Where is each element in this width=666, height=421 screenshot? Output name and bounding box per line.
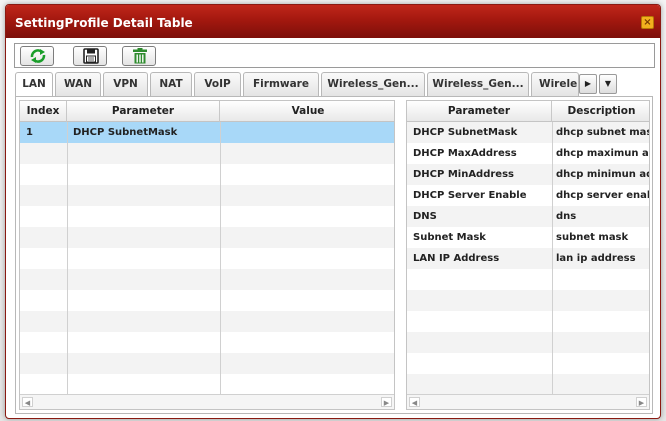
column-divider <box>552 122 553 396</box>
row-description: dhcp server enable <box>556 190 649 201</box>
empty-row <box>20 227 394 248</box>
empty-row <box>20 353 394 374</box>
tab-vpn[interactable]: VPN <box>103 72 148 96</box>
delete-button[interactable] <box>122 46 156 66</box>
horizontal-scrollbar[interactable]: ◀ ▶ <box>407 394 649 409</box>
table-row[interactable]: DHCP MaxAddress dhcp maximun address <box>407 143 649 164</box>
tab-firmware[interactable]: Firmware <box>243 72 319 96</box>
empty-row <box>20 164 394 185</box>
grid-rows: 1 DHCP SubnetMask <box>20 122 394 395</box>
empty-row <box>20 185 394 206</box>
table-row[interactable]: DHCP SubnetMask dhcp subnet mask <box>407 122 649 143</box>
settingprofile-dialog: SettingProfile Detail Table × LAN WAN VP… <box>5 4 661 419</box>
scroll-right-icon[interactable]: ▶ <box>381 397 392 407</box>
save-icon <box>83 48 99 64</box>
refresh-button[interactable] <box>20 46 54 66</box>
row-parameter: Subnet Mask <box>413 232 486 243</box>
column-divider <box>67 122 68 396</box>
empty-row <box>407 269 649 290</box>
table-row[interactable]: DNS dns <box>407 206 649 227</box>
delete-icon <box>133 48 147 64</box>
header-parameter[interactable]: Parameter <box>407 101 552 122</box>
empty-row <box>20 311 394 332</box>
row-parameter: DNS <box>413 211 437 222</box>
column-divider <box>220 122 221 396</box>
row-parameter: LAN IP Address <box>413 253 500 264</box>
empty-row <box>407 374 649 395</box>
row-parameter: DHCP MinAddress <box>413 169 514 180</box>
table-row[interactable]: DHCP MinAddress dhcp minimun address <box>407 164 649 185</box>
close-icon: × <box>643 17 652 28</box>
header-value[interactable]: Value <box>220 101 394 122</box>
row-value[interactable] <box>220 122 394 143</box>
scroll-right-icon[interactable]: ▶ <box>636 397 647 407</box>
row-description: dhcp minimun address <box>556 169 649 180</box>
grid-header: Index Parameter Value <box>20 101 394 122</box>
horizontal-scrollbar[interactable]: ◀ ▶ <box>20 394 394 409</box>
header-index[interactable]: Index <box>20 101 67 122</box>
empty-row <box>407 332 649 353</box>
grid-rows: DHCP SubnetMask dhcp subnet mask DHCP Ma… <box>407 122 649 395</box>
tab-wireless-general-2[interactable]: Wireless_Gen... <box>427 72 529 96</box>
tab-strip: LAN WAN VPN NAT VoIP Firmware Wireless_G… <box>15 72 651 97</box>
row-parameter: DHCP MaxAddress <box>413 148 517 159</box>
tab-wireless-partial[interactable]: Wirele <box>531 72 579 96</box>
tab-voip[interactable]: VoIP <box>194 72 241 96</box>
row-description: dhcp maximun address <box>556 148 649 159</box>
tab-menu-button[interactable]: ▼ <box>599 74 617 94</box>
empty-row <box>20 269 394 290</box>
empty-row <box>407 311 649 332</box>
toolbar <box>14 43 655 68</box>
empty-row <box>407 290 649 311</box>
table-row[interactable]: Subnet Mask subnet mask <box>407 227 649 248</box>
header-description[interactable]: Description <box>552 101 649 122</box>
row-description: dns <box>556 211 577 222</box>
empty-row <box>20 374 394 395</box>
empty-row <box>407 353 649 374</box>
table-row[interactable]: 1 DHCP SubnetMask <box>20 122 394 143</box>
chevron-down-icon: ▼ <box>604 79 612 88</box>
row-description: subnet mask <box>556 232 629 243</box>
parameter-value-grid: Index Parameter Value 1 DHCP SubnetMask <box>19 100 395 410</box>
empty-row <box>20 290 394 311</box>
row-index: 1 <box>26 127 33 138</box>
scroll-left-icon[interactable]: ◀ <box>22 397 33 407</box>
grid-header: Parameter Description <box>407 101 649 122</box>
row-parameter: DHCP SubnetMask <box>413 127 518 138</box>
save-button[interactable] <box>73 46 107 66</box>
tab-lan[interactable]: LAN <box>15 72 53 97</box>
dialog-title: SettingProfile Detail Table <box>15 16 193 30</box>
tab-wan[interactable]: WAN <box>55 72 101 96</box>
chevron-right-icon: ▶ <box>584 79 592 88</box>
row-parameter: DHCP SubnetMask <box>73 127 178 138</box>
tab-wireless-general-1[interactable]: Wireless_Gen... <box>321 72 425 96</box>
table-row[interactable]: LAN IP Address lan ip address <box>407 248 649 269</box>
empty-row <box>20 143 394 164</box>
tab-scroll-right-button[interactable]: ▶ <box>579 74 597 94</box>
row-description: dhcp subnet mask <box>556 127 650 138</box>
row-parameter: DHCP Server Enable <box>413 190 527 201</box>
close-button[interactable]: × <box>641 16 654 29</box>
row-description: lan ip address <box>556 253 636 264</box>
tab-nat[interactable]: NAT <box>150 72 192 96</box>
header-parameter[interactable]: Parameter <box>67 101 220 122</box>
dialog-titlebar: SettingProfile Detail Table <box>6 5 660 38</box>
table-row[interactable]: DHCP Server Enable dhcp server enable <box>407 185 649 206</box>
tab-content-panel: Index Parameter Value 1 DHCP SubnetMask <box>15 96 653 414</box>
empty-row <box>20 206 394 227</box>
empty-row <box>20 332 394 353</box>
parameter-description-grid: Parameter Description DHCP SubnetMask dh… <box>406 100 650 410</box>
empty-row <box>20 248 394 269</box>
scroll-left-icon[interactable]: ◀ <box>409 397 420 407</box>
refresh-icon <box>30 49 46 63</box>
